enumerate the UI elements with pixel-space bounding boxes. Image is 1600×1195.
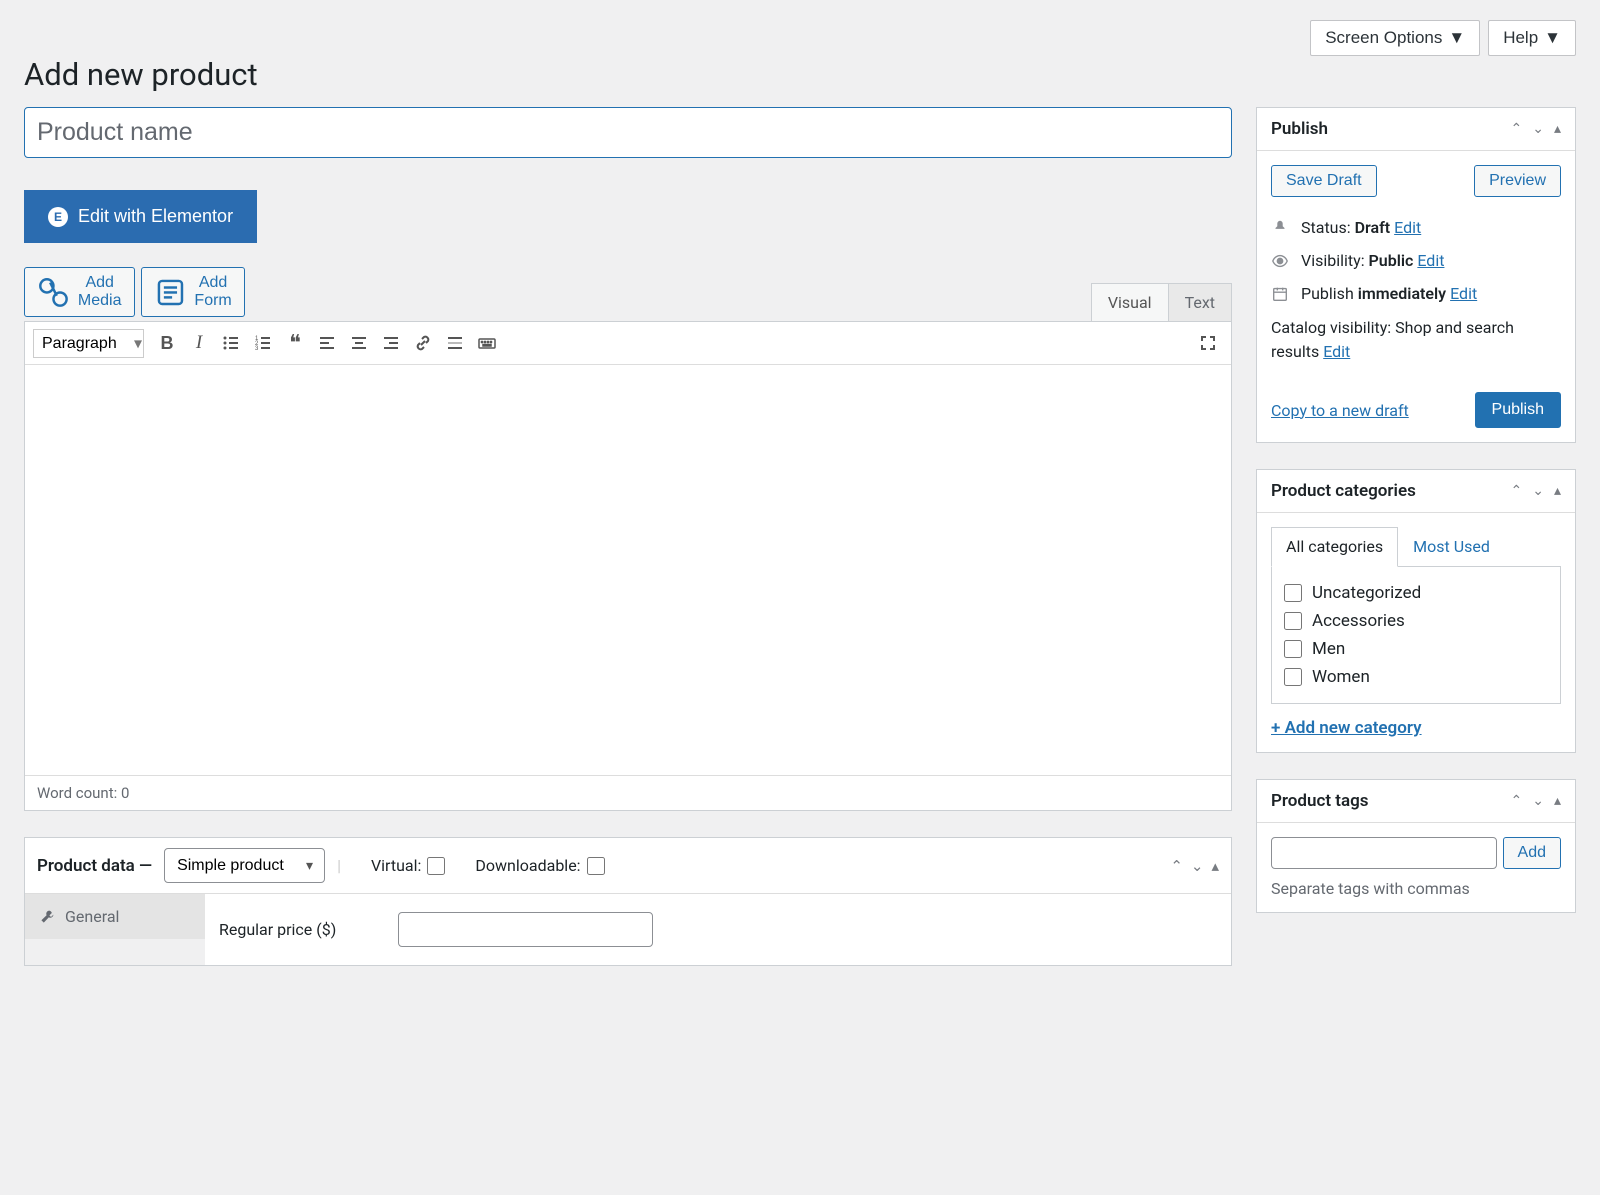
- panel-up-icon[interactable]: ⌃: [1511, 483, 1523, 499]
- tags-title: Product tags: [1271, 791, 1511, 811]
- tags-input[interactable]: [1271, 837, 1497, 869]
- add-new-category-link[interactable]: + Add new category: [1271, 718, 1422, 738]
- panel-down-icon[interactable]: ⌄: [1191, 857, 1204, 875]
- category-checkbox[interactable]: [1284, 584, 1302, 602]
- keyboard-button[interactable]: [472, 328, 502, 358]
- eye-icon: [1271, 252, 1289, 270]
- editor-footer: Word count: 0: [25, 775, 1231, 810]
- tags-panel: Product tags ⌃ ⌄ ▴ Add Separate tags wit…: [1256, 779, 1576, 913]
- pin-icon: [1271, 219, 1289, 237]
- category-item: Accessories: [1284, 607, 1548, 635]
- editor-tab-visual[interactable]: Visual: [1091, 283, 1169, 321]
- downloadable-label: Downloadable:: [475, 856, 604, 875]
- bold-button[interactable]: B: [152, 328, 182, 358]
- add-form-button[interactable]: Add Form: [141, 267, 245, 317]
- format-select[interactable]: Paragraph: [33, 329, 144, 358]
- elementor-icon: E: [48, 207, 68, 227]
- add-media-button[interactable]: Add Media: [24, 267, 135, 317]
- media-icon: [37, 276, 70, 309]
- copy-to-draft-link[interactable]: Copy to a new draft: [1271, 401, 1409, 420]
- panel-up-icon[interactable]: ⌃: [1511, 121, 1523, 137]
- link-button[interactable]: [408, 328, 438, 358]
- category-checkbox[interactable]: [1284, 612, 1302, 630]
- align-right-button[interactable]: [376, 328, 406, 358]
- tab-general-label: General: [65, 907, 119, 926]
- panel-down-icon[interactable]: ⌄: [1532, 793, 1544, 809]
- regular-price-label: Regular price ($): [219, 920, 336, 939]
- tab-all-categories[interactable]: All categories: [1271, 527, 1398, 567]
- category-item: Uncategorized: [1284, 579, 1548, 607]
- product-type-select[interactable]: Simple product: [164, 848, 325, 883]
- publish-title: Publish: [1271, 119, 1511, 139]
- add-tag-button[interactable]: Add: [1503, 837, 1561, 869]
- preview-button[interactable]: Preview: [1474, 165, 1561, 197]
- help-button[interactable]: Help ▼: [1488, 20, 1576, 56]
- edit-status-link[interactable]: Edit: [1394, 218, 1421, 237]
- panel-collapse-icon[interactable]: ▴: [1554, 121, 1561, 137]
- help-label: Help: [1503, 28, 1538, 48]
- editor-content[interactable]: [25, 365, 1231, 775]
- screen-options-label: Screen Options: [1325, 28, 1442, 48]
- align-center-button[interactable]: [344, 328, 374, 358]
- panel-collapse-icon[interactable]: ▴: [1554, 483, 1561, 499]
- italic-button[interactable]: I: [184, 328, 214, 358]
- panel-down-icon[interactable]: ⌄: [1532, 483, 1544, 499]
- page-title: Add new product: [24, 56, 1576, 93]
- wrench-icon: [39, 909, 55, 925]
- category-list: Uncategorized Accessories Men Women: [1271, 566, 1561, 704]
- panel-up-icon[interactable]: ⌃: [1511, 793, 1523, 809]
- category-item: Men: [1284, 635, 1548, 663]
- form-icon: [154, 276, 187, 309]
- regular-price-input[interactable]: [398, 912, 653, 947]
- fullscreen-button[interactable]: [1193, 328, 1223, 358]
- downloadable-checkbox[interactable]: [587, 857, 605, 875]
- numbered-list-button[interactable]: 123: [248, 328, 278, 358]
- category-checkbox[interactable]: [1284, 668, 1302, 686]
- publish-panel: Publish ⌃ ⌄ ▴ Save Draft Preview Status:…: [1256, 107, 1576, 443]
- tab-most-used[interactable]: Most Used: [1398, 527, 1505, 566]
- category-checkbox[interactable]: [1284, 640, 1302, 658]
- category-item: Women: [1284, 663, 1548, 691]
- edit-catalog-link[interactable]: Edit: [1323, 342, 1350, 361]
- product-data-title: Product data —: [37, 856, 152, 876]
- panel-collapse-icon[interactable]: ▴: [1211, 857, 1219, 875]
- chevron-down-icon: ▼: [1448, 28, 1465, 48]
- product-data-panel: Product data — Simple product | Virtual:…: [24, 837, 1232, 966]
- chevron-down-icon: ▼: [1544, 28, 1561, 48]
- virtual-label: Virtual:: [371, 856, 445, 875]
- bullet-list-button[interactable]: [216, 328, 246, 358]
- product-name-input[interactable]: [24, 107, 1232, 158]
- align-left-button[interactable]: [312, 328, 342, 358]
- editor-toolbar: Paragraph B I 123 ❝: [25, 322, 1231, 365]
- panel-down-icon[interactable]: ⌄: [1532, 121, 1544, 137]
- svg-text:3: 3: [255, 346, 259, 352]
- edit-publish-link[interactable]: Edit: [1450, 284, 1477, 303]
- calendar-icon: [1271, 285, 1289, 303]
- screen-options-button[interactable]: Screen Options ▼: [1310, 20, 1480, 56]
- panel-up-icon[interactable]: ⌃: [1170, 857, 1183, 875]
- editor-box: Paragraph B I 123 ❝ Word count: 0: [24, 321, 1232, 811]
- edit-visibility-link[interactable]: Edit: [1417, 251, 1444, 270]
- tab-general[interactable]: General: [25, 894, 205, 939]
- categories-title: Product categories: [1271, 481, 1511, 501]
- add-media-label: Add Media: [78, 274, 122, 310]
- blockquote-button[interactable]: ❝: [280, 328, 310, 358]
- edit-with-elementor-button[interactable]: E Edit with Elementor: [24, 190, 257, 243]
- tags-hint: Separate tags with commas: [1271, 879, 1561, 898]
- save-draft-button[interactable]: Save Draft: [1271, 165, 1377, 197]
- categories-panel: Product categories ⌃ ⌄ ▴ All categories …: [1256, 469, 1576, 753]
- virtual-checkbox[interactable]: [427, 857, 445, 875]
- insert-more-button[interactable]: [440, 328, 470, 358]
- elementor-label: Edit with Elementor: [78, 206, 233, 227]
- editor-tab-text[interactable]: Text: [1168, 283, 1232, 321]
- add-form-label: Add Form: [194, 274, 231, 310]
- publish-button[interactable]: Publish: [1475, 392, 1561, 428]
- panel-collapse-icon[interactable]: ▴: [1554, 793, 1561, 809]
